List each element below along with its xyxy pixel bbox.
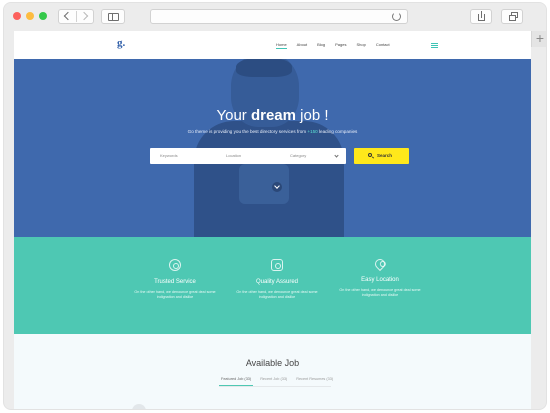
- hero-subtitle-post: leading companies: [317, 129, 358, 134]
- sidebar-icon: [108, 13, 119, 21]
- feature-title: Easy Location: [361, 277, 399, 283]
- feature-title: Quality Assured: [255, 279, 299, 285]
- hero-title: Your dream job !: [14, 107, 531, 124]
- tab-recent-resumes[interactable]: Recent Resumes (33): [296, 377, 333, 381]
- history-nav: [58, 9, 94, 24]
- tabs-icon-back: [509, 15, 516, 21]
- minimize-window-button[interactable]: [26, 12, 34, 20]
- feature-text: On the other hand, we denounce great dea…: [134, 290, 216, 299]
- nav-contact[interactable]: Contact: [376, 42, 390, 47]
- back-icon[interactable]: [63, 11, 73, 21]
- hero-title-post: job !: [295, 107, 329, 124]
- feature-text: On the other hand, we denounce great dea…: [236, 290, 318, 299]
- maximize-window-button[interactable]: [39, 12, 47, 20]
- tab-featured-job[interactable]: Featured Job (33): [218, 377, 254, 386]
- share-arrow-icon: [481, 11, 483, 18]
- keywords-input[interactable]: Keywords: [160, 153, 178, 158]
- close-window-button[interactable]: [13, 12, 21, 20]
- section-title: Available Job: [245, 358, 300, 368]
- menu-icon[interactable]: [431, 43, 438, 48]
- avatar: [132, 404, 146, 409]
- hero-subtitle-highlight: +150: [307, 129, 318, 134]
- job-search-form: Keywords Location Category: [150, 148, 346, 164]
- feature-trusted-service: Trusted Service On the other hand, we de…: [120, 259, 230, 300]
- shield-icon: [169, 259, 181, 271]
- hero-banner: Your dream job ! Go theme is providing y…: [14, 59, 531, 237]
- share-button[interactable]: [470, 9, 492, 24]
- feature-quality-assured: Quality Assured On the other hand, we de…: [222, 259, 332, 300]
- scroll-down-button[interactable]: [272, 182, 282, 192]
- search-button-label: Search: [377, 153, 393, 158]
- search-button[interactable]: Search: [354, 148, 409, 164]
- browser-window: + g. Home About Blog Pages Shop Contact …: [3, 2, 547, 410]
- reload-icon[interactable]: [392, 12, 401, 21]
- nav-about[interactable]: About: [297, 42, 307, 47]
- main-menu: Home About Blog Pages Shop Contact: [276, 42, 400, 49]
- feature-text: On the other hand, we denounce great dea…: [339, 288, 421, 297]
- new-tab-button[interactable]: +: [531, 31, 546, 47]
- feature-easy-location: Easy Location On the other hand, we deno…: [325, 256, 435, 298]
- tabs-divider: [219, 386, 331, 387]
- category-select[interactable]: Category: [290, 153, 306, 158]
- nav-pages[interactable]: Pages: [335, 42, 346, 47]
- site-logo[interactable]: g.: [117, 37, 125, 49]
- chevron-down-icon[interactable]: [334, 153, 339, 158]
- location-pin-icon: [372, 256, 388, 272]
- hero-photo-hair: [236, 59, 292, 77]
- available-jobs-section: Available Job Featured Job (33) Recent J…: [14, 334, 531, 409]
- hero-title-bold: dream: [250, 107, 296, 124]
- browser-toolbar: [4, 3, 546, 31]
- location-input[interactable]: Location: [226, 153, 241, 158]
- nav-shop[interactable]: Shop: [356, 42, 365, 47]
- hero-title-pre: Your: [216, 107, 251, 124]
- features-section: Trusted Service On the other hand, we de…: [14, 237, 531, 334]
- hero-subtitle-pre: Go theme is providing you the best direc…: [187, 129, 308, 134]
- feature-title: Trusted Service: [154, 279, 196, 285]
- address-bar[interactable]: [150, 9, 408, 24]
- badge-check-icon: [271, 259, 283, 271]
- search-icon: [368, 153, 372, 157]
- show-tabs-button[interactable]: [501, 9, 523, 24]
- sidebar-toggle-button[interactable]: [101, 9, 125, 24]
- nav-home[interactable]: Home: [276, 42, 287, 49]
- nav-blog[interactable]: Blog: [317, 42, 325, 47]
- tab-recent-job[interactable]: Recent Job (33): [260, 377, 287, 381]
- forward-icon[interactable]: [79, 11, 89, 21]
- divider: [76, 11, 77, 22]
- site-header: g. Home About Blog Pages Shop Contact: [14, 31, 531, 59]
- web-page: g. Home About Blog Pages Shop Contact Yo…: [14, 31, 531, 409]
- hero-subtitle: Go theme is providing you the best direc…: [14, 129, 531, 134]
- job-tabs: Featured Job (33) Recent Job (33) Recent…: [218, 377, 342, 386]
